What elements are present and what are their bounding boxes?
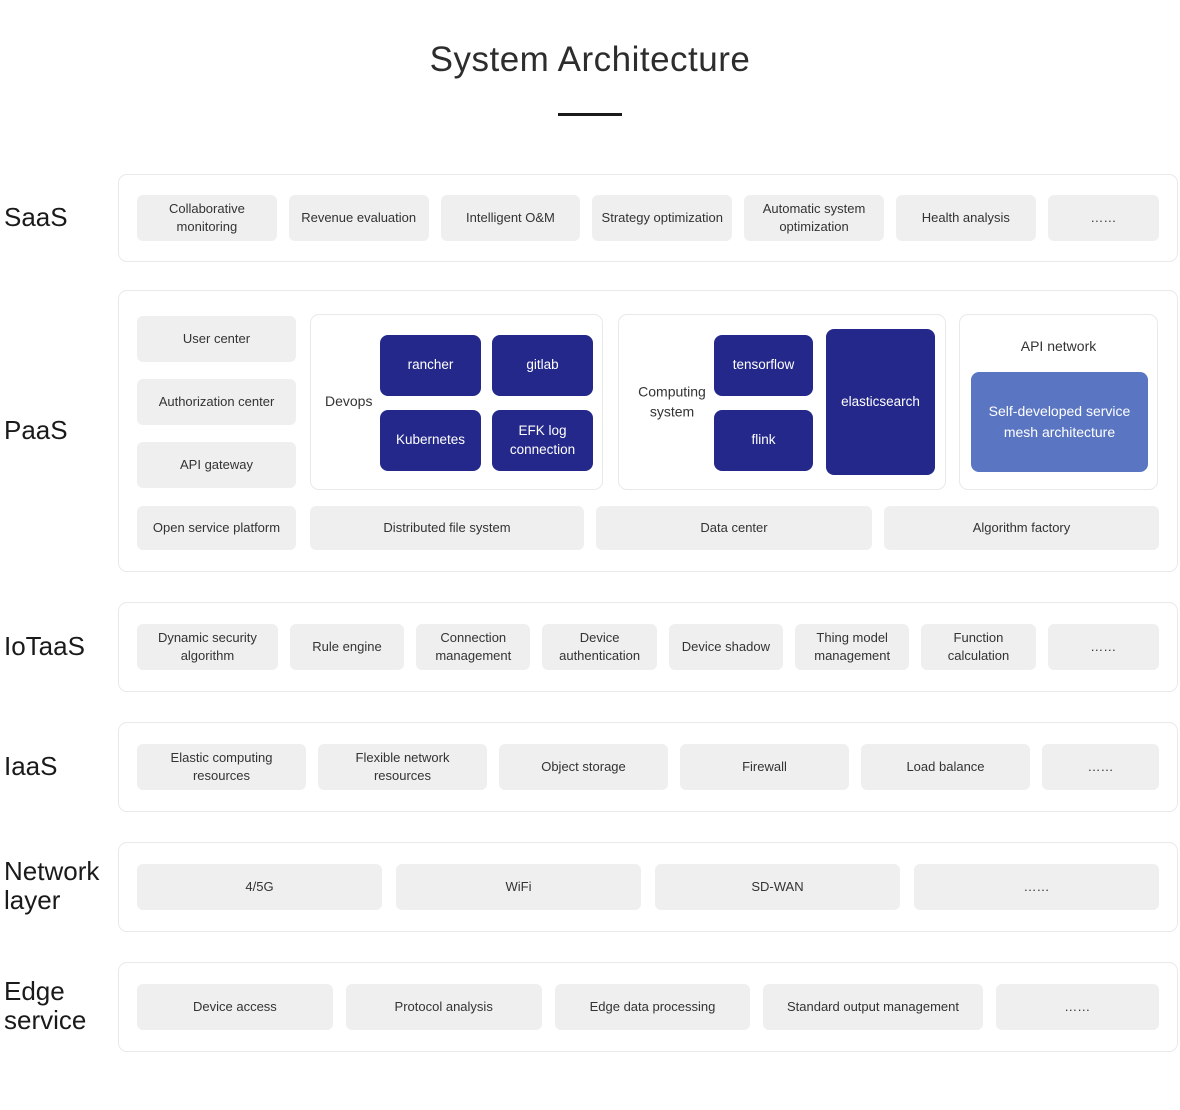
chip-device-access: Device access — [137, 984, 333, 1030]
row-label-edge: Edge service — [4, 977, 114, 1035]
box-elasticsearch: elasticsearch — [826, 329, 935, 475]
chip-open-service-platform: Open service platform — [137, 506, 296, 550]
chip-ellipsis: …… — [1048, 195, 1159, 241]
chip-revenue-evaluation: Revenue evaluation — [289, 195, 429, 241]
api-network-label: API network — [960, 337, 1157, 357]
chip-standard-output-management: Standard output management — [763, 984, 982, 1030]
chip-ellipsis: …… — [1042, 744, 1159, 790]
chip-edge-data-processing: Edge data processing — [555, 984, 751, 1030]
box-tensorflow: tensorflow — [714, 335, 813, 396]
saas-chip-list: Collaborative monitoring Revenue evaluat… — [119, 175, 1177, 261]
paas-row: User center Authorization center API gat… — [118, 290, 1178, 572]
chip-protocol-analysis: Protocol analysis — [346, 984, 542, 1030]
chip-wifi: WiFi — [396, 864, 641, 910]
architecture-diagram: System Architecture SaaS Collaborative m… — [0, 0, 1180, 1110]
edge-row: Device access Protocol analysis Edge dat… — [118, 962, 1178, 1052]
chip-firewall: Firewall — [680, 744, 849, 790]
devops-group: Devops rancher gitlab Kubernetes EFK log… — [310, 314, 603, 490]
chip-automatic-system-optimization: Automatic system optimization — [744, 195, 884, 241]
box-rancher: rancher — [380, 335, 481, 396]
chip-health-analysis: Health analysis — [896, 195, 1036, 241]
chip-elastic-computing-resources: Elastic computing resources — [137, 744, 306, 790]
page-title: System Architecture — [0, 40, 1180, 80]
chip-flexible-network-resources: Flexible network resources — [318, 744, 487, 790]
chip-ellipsis: …… — [1048, 624, 1159, 670]
computing-system-group: Computing system tensorflow flink elasti… — [618, 314, 946, 490]
box-efk-log-connection: EFK log connection — [492, 410, 593, 471]
chip-collaborative-monitoring: Collaborative monitoring — [137, 195, 277, 241]
edge-chip-list: Device access Protocol analysis Edge dat… — [119, 963, 1177, 1051]
chip-dynamic-security-algorithm: Dynamic security algorithm — [137, 624, 278, 670]
chip-distributed-file-system: Distributed file system — [310, 506, 584, 550]
row-label-network: Network layer — [4, 857, 114, 915]
saas-row: Collaborative monitoring Revenue evaluat… — [118, 174, 1178, 262]
row-label-saas: SaaS — [4, 203, 68, 232]
iaas-chip-list: Elastic computing resources Flexible net… — [119, 723, 1177, 811]
chip-object-storage: Object storage — [499, 744, 668, 790]
row-label-iotaas: IoTaaS — [4, 632, 85, 661]
chip-rule-engine: Rule engine — [290, 624, 404, 670]
chip-strategy-optimization: Strategy optimization — [592, 195, 732, 241]
chip-load-balance: Load balance — [861, 744, 1030, 790]
chip-user-center: User center — [137, 316, 296, 362]
chip-thing-model-management: Thing model management — [795, 624, 909, 670]
chip-connection-management: Connection management — [416, 624, 530, 670]
devops-label: Devops — [325, 392, 372, 412]
chip-device-authentication: Device authentication — [542, 624, 656, 670]
box-service-mesh: Self-developed service mesh architecture — [971, 372, 1148, 472]
box-gitlab: gitlab — [492, 335, 593, 396]
box-kubernetes: Kubernetes — [380, 410, 481, 471]
title-underline — [558, 113, 622, 116]
computing-system-label: Computing system — [627, 382, 717, 421]
chip-device-shadow: Device shadow — [669, 624, 783, 670]
iotaas-row: Dynamic security algorithm Rule engine C… — [118, 602, 1178, 692]
chip-intelligent-om: Intelligent O&M — [441, 195, 581, 241]
iaas-row: Elastic computing resources Flexible net… — [118, 722, 1178, 812]
chip-4-5g: 4/5G — [137, 864, 382, 910]
chip-api-gateway: API gateway — [137, 442, 296, 488]
chip-authorization-center: Authorization center — [137, 379, 296, 425]
network-chip-list: 4/5G WiFi SD-WAN …… — [119, 843, 1177, 931]
chip-algorithm-factory: Algorithm factory — [884, 506, 1159, 550]
chip-sd-wan: SD-WAN — [655, 864, 900, 910]
chip-function-calculation: Function calculation — [921, 624, 1035, 670]
row-label-iaas: IaaS — [4, 752, 58, 781]
chip-data-center: Data center — [596, 506, 872, 550]
row-label-paas: PaaS — [4, 416, 68, 445]
box-flink: flink — [714, 410, 813, 471]
api-network-group: API network Self-developed service mesh … — [959, 314, 1158, 490]
network-row: 4/5G WiFi SD-WAN …… — [118, 842, 1178, 932]
iotaas-chip-list: Dynamic security algorithm Rule engine C… — [119, 603, 1177, 691]
chip-ellipsis: …… — [996, 984, 1159, 1030]
chip-ellipsis: …… — [914, 864, 1159, 910]
